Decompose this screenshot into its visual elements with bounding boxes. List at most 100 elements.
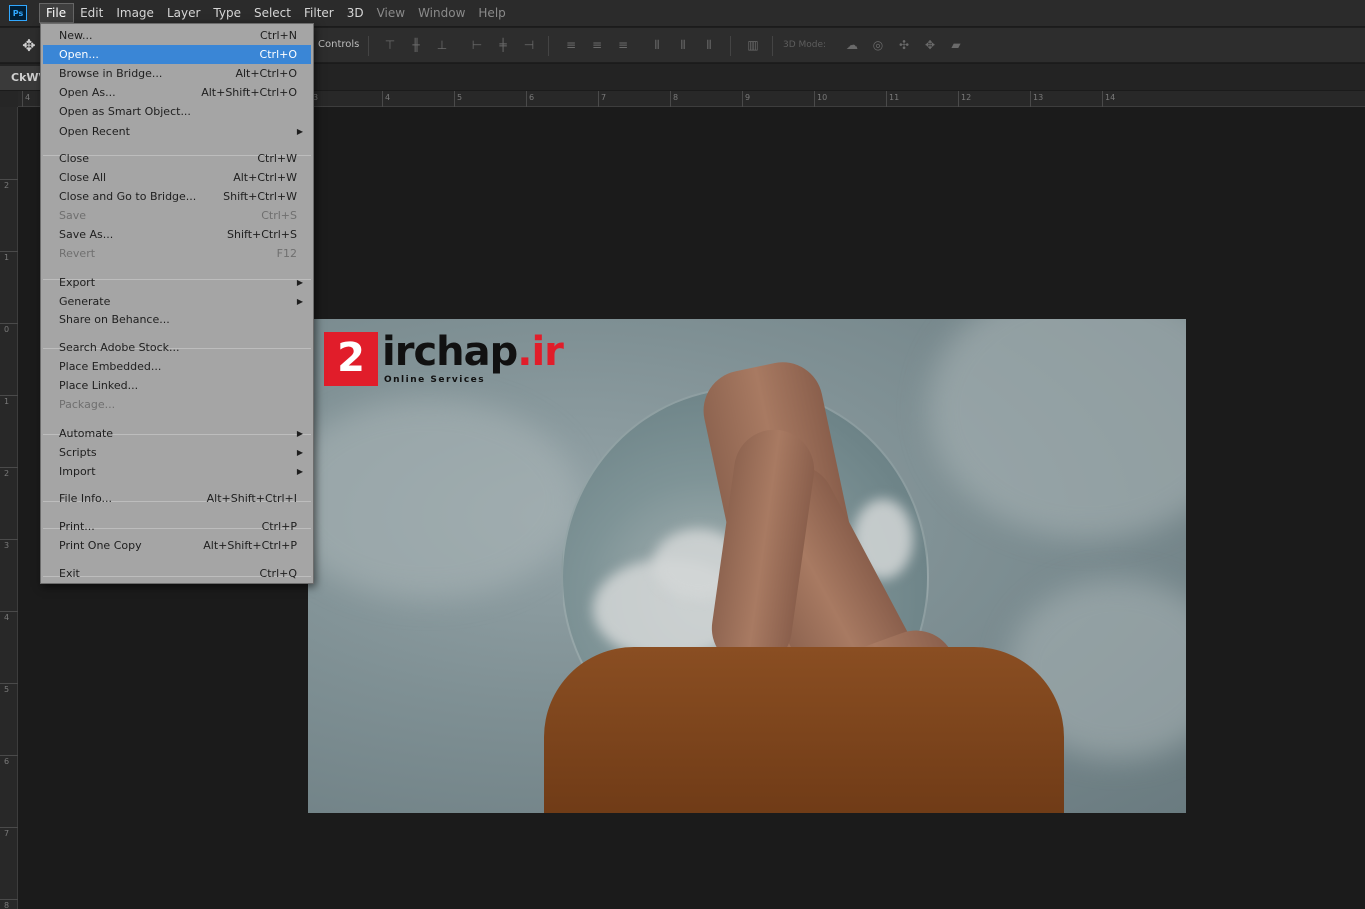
file-menu-item-place-embedded[interactable]: Place Embedded... <box>43 357 311 376</box>
ruler-tick <box>670 91 671 107</box>
file-menu-item-automate[interactable]: Automate ▶ <box>43 424 311 443</box>
file-menu-item-print-one-copy[interactable]: Print One Copy Alt+Shift+Ctrl+P <box>43 536 311 555</box>
move-tool-icon[interactable]: ✥ <box>20 37 38 55</box>
distribute-bottom-icon[interactable]: ≡ <box>616 38 630 52</box>
file-menu-item-open-as[interactable]: Open As... Alt+Shift+Ctrl+O <box>43 83 311 102</box>
file-menu-item-save-as[interactable]: Save As... Shift+Ctrl+S <box>43 225 311 244</box>
3d-scale-icon[interactable]: ▰ <box>949 38 963 52</box>
menu-item-label: Automate <box>59 427 114 440</box>
menu-item-label: Save As... <box>59 228 114 241</box>
menu-item-label: Scripts <box>59 446 97 459</box>
file-menu-item-browse-in-bridge[interactable]: Browse in Bridge... Alt+Ctrl+O <box>43 64 311 83</box>
ruler-tick <box>0 827 18 828</box>
menu-item-shortcut: Ctrl+O <box>259 48 297 61</box>
ruler-tick <box>0 251 18 252</box>
menu-select[interactable]: Select <box>248 3 298 23</box>
file-menu-item-exit[interactable]: Exit Ctrl+Q <box>43 564 311 583</box>
file-menu-item-export[interactable]: Export ▶ <box>43 273 311 292</box>
menu-item-label: Close All <box>59 171 107 184</box>
menu-item-shortcut: Alt+Shift+Ctrl+O <box>201 86 297 99</box>
transform-controls-label[interactable]: Controls <box>318 39 359 50</box>
file-menu-item-open-recent[interactable]: Open Recent ▶ <box>43 122 311 141</box>
menu-item-shortcut: Alt+Shift+Ctrl+I <box>206 492 297 505</box>
file-menu-item-close-and-go-to-bridge[interactable]: Close and Go to Bridge... Shift+Ctrl+W <box>43 187 311 206</box>
distribute-left-icon[interactable]: ⦀ <box>650 38 664 52</box>
menu-item-label: Open as Smart Object... <box>59 105 191 118</box>
menu-help[interactable]: Help <box>472 3 512 23</box>
ruler-tick-label: 1 <box>4 253 10 262</box>
ruler-tick-label: 4 <box>385 93 391 102</box>
align-left-icon[interactable]: ⊢ <box>470 38 484 52</box>
file-menu-item-place-linked[interactable]: Place Linked... <box>43 376 311 395</box>
submenu-arrow-icon: ▶ <box>296 278 303 287</box>
3d-pan-icon[interactable]: ✣ <box>897 38 911 52</box>
menu-item-label: Revert <box>59 247 96 260</box>
file-menu-item-print[interactable]: Print... Ctrl+P <box>43 517 311 536</box>
distribute-top-icon[interactable]: ≡ <box>564 38 578 52</box>
photo-cloud <box>308 399 578 599</box>
menu-3d[interactable]: 3D <box>341 3 371 23</box>
distribute-right-icon[interactable]: ⦀ <box>702 38 716 52</box>
file-menu-item-import[interactable]: Import ▶ <box>43 462 311 481</box>
ruler-tick <box>0 539 18 540</box>
watermark-name: irchap.ir <box>382 329 564 375</box>
ruler-tick-label: 0 <box>4 325 10 334</box>
align-right-icon[interactable]: ⊣ <box>522 38 536 52</box>
photo-shirt <box>544 647 1064 813</box>
menu-file[interactable]: File <box>39 3 75 23</box>
ruler-tick-label: 4 <box>4 613 10 622</box>
file-menu-item-close-all[interactable]: Close All Alt+Ctrl+W <box>43 168 311 187</box>
menu-item-shortcut: Ctrl+W <box>257 152 297 165</box>
ruler-tick-label: 10 <box>817 93 828 102</box>
ruler-tick <box>814 91 815 107</box>
ruler-tick-label: 11 <box>889 93 900 102</box>
menu-item-label: Print One Copy <box>59 539 142 552</box>
distribute-horizontal-center-icon[interactable]: ⦀ <box>676 38 690 52</box>
ruler-tick-label: 5 <box>457 93 463 102</box>
ruler-tick-label: 12 <box>961 93 972 102</box>
file-menu-item-file-info[interactable]: File Info... Alt+Shift+Ctrl+I <box>43 489 311 508</box>
photoshop-logo-icon: Ps <box>9 5 27 21</box>
ruler-tick <box>886 91 887 107</box>
ruler-tick <box>0 611 18 612</box>
menu-window[interactable]: Window <box>412 3 472 23</box>
document-canvas[interactable] <box>308 319 1186 813</box>
file-menu-item-open[interactable]: Open... Ctrl+O <box>43 45 311 64</box>
align-top-icon[interactable]: ⊤ <box>383 38 397 52</box>
menu-item-label: Generate <box>59 295 111 308</box>
align-vertical-center-icon[interactable]: ╫ <box>409 38 423 52</box>
file-menu-item-scripts[interactable]: Scripts ▶ <box>43 443 311 462</box>
menu-item-shortcut: Shift+Ctrl+W <box>223 190 297 203</box>
toolbar-divider <box>730 36 731 56</box>
menu-edit[interactable]: Edit <box>74 3 110 23</box>
3d-orbit-icon[interactable]: ☁ <box>845 38 859 52</box>
submenu-arrow-icon: ▶ <box>296 127 303 136</box>
menu-view[interactable]: View <box>371 3 412 23</box>
auto-align-layers-icon[interactable]: ▥ <box>746 38 760 52</box>
file-menu-item-close[interactable]: Close Ctrl+W <box>43 149 311 168</box>
toolbar-divider <box>368 36 369 56</box>
file-menu-item-search-adobe-stock[interactable]: Search Adobe Stock... <box>43 338 311 357</box>
file-menu-dropdown: New... Ctrl+N Open... Ctrl+O Browse in Bridg… <box>40 23 314 584</box>
menu-layer[interactable]: Layer <box>161 3 207 23</box>
distribute-vertical-center-icon[interactable]: ≡ <box>590 38 604 52</box>
3d-slide-icon[interactable]: ✥ <box>923 38 937 52</box>
align-horizontal-center-icon[interactable]: ╪ <box>496 38 510 52</box>
submenu-arrow-icon: ▶ <box>296 297 303 306</box>
menu-type[interactable]: Type <box>207 3 248 23</box>
file-menu-item-share-on-behance[interactable]: Share on Behance... <box>43 310 311 329</box>
file-menu-item-generate[interactable]: Generate ▶ <box>43 292 311 311</box>
submenu-arrow-icon: ▶ <box>296 448 303 457</box>
menu-item-label: Open As... <box>59 86 116 99</box>
file-menu-item-new[interactable]: New... Ctrl+N <box>43 26 311 45</box>
menu-image[interactable]: Image <box>110 3 161 23</box>
3d-roll-icon[interactable]: ◎ <box>871 38 885 52</box>
align-bottom-icon[interactable]: ⊥ <box>435 38 449 52</box>
file-menu-item-open-as-smart-object[interactable]: Open as Smart Object... <box>43 102 311 121</box>
menu-item-label: Open... <box>59 48 99 61</box>
ruler-tick <box>0 755 18 756</box>
menu-filter[interactable]: Filter <box>298 3 341 23</box>
ruler-tick-label: 13 <box>1033 93 1044 102</box>
vertical-ruler[interactable]: 2 1 0 1 2 3 4 5 6 7 8 <box>0 107 18 909</box>
menu-item-shortcut: Ctrl+Q <box>259 567 297 580</box>
